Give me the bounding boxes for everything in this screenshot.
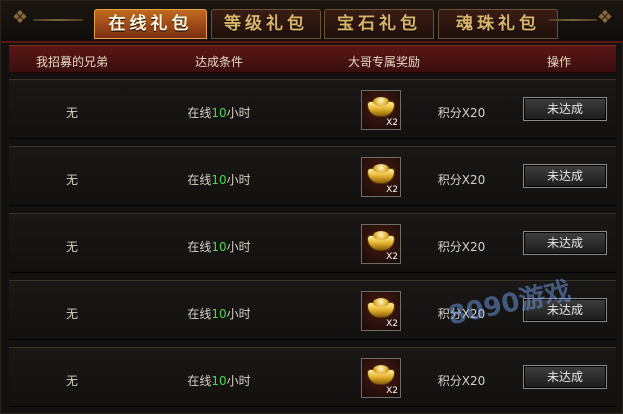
points-reward: 积分X20 <box>437 240 486 254</box>
gold-ingot-top <box>373 298 389 307</box>
condition: 在线10小时 <box>159 104 279 121</box>
tab-gem-gift[interactable]: 宝石礼包 <box>324 9 434 39</box>
reward-item-slot[interactable]: X2 <box>361 358 401 398</box>
reward-item-slot[interactable]: X2 <box>361 224 401 264</box>
condition-prefix: 在线 <box>187 374 212 388</box>
condition: 在线10小时 <box>159 171 279 188</box>
table-row: 无 在线10小时 X2 积分X20 未达成 <box>9 79 616 139</box>
reward-quantity: X2 <box>386 386 398 396</box>
gold-ingot-top <box>373 231 389 240</box>
ornament-line <box>549 19 597 21</box>
condition-suffix: 小时 <box>226 173 251 187</box>
tab-strip: ❖ 在线礼包 等级礼包 宝石礼包 魂珠礼包 ❖ <box>1 1 623 43</box>
condition-number: 10 <box>211 173 227 187</box>
points-reward: 积分X20 <box>437 173 486 187</box>
condition-suffix: 小时 <box>226 307 251 321</box>
header-recruited-brothers: 我招募的兄弟 <box>35 55 108 69</box>
table-row: 无 在线10小时 X2 积分X20 未达成 <box>9 146 616 206</box>
claim-button[interactable]: 未达成 <box>523 365 607 389</box>
reward-item-slot[interactable]: X2 <box>361 157 401 197</box>
claim-button[interactable]: 未达成 <box>523 231 607 255</box>
condition-number: 10 <box>211 307 227 321</box>
reward-quantity: X2 <box>386 185 398 195</box>
ornament-line <box>33 19 83 21</box>
header-condition: 达成条件 <box>194 55 243 69</box>
condition-prefix: 在线 <box>187 307 212 321</box>
condition: 在线10小时 <box>159 305 279 322</box>
ornament-corner-icon: ❖ <box>11 7 29 28</box>
condition-suffix: 小时 <box>226 240 251 254</box>
gift-panel: ❖ 在线礼包 等级礼包 宝石礼包 魂珠礼包 ❖ 我招募的兄弟 达成条件 大哥专属… <box>0 0 623 414</box>
reward-quantity: X2 <box>386 118 398 128</box>
table-header: 我招募的兄弟 达成条件 大哥专属奖励 操作 <box>9 45 616 73</box>
recruited-brother: 无 <box>65 374 78 388</box>
condition: 在线10小时 <box>159 372 279 389</box>
condition-number: 10 <box>211 106 227 120</box>
table-row: 无 在线10小时 X2 积分X20 未达成 <box>9 280 616 340</box>
condition-number: 10 <box>211 374 227 388</box>
table-row: 无 在线10小时 X2 积分X20 未达成 <box>9 213 616 273</box>
recruited-brother: 无 <box>65 307 78 321</box>
gold-ingot-top <box>373 164 389 173</box>
ornament-corner-icon: ❖ <box>596 7 614 28</box>
tab-level-gift[interactable]: 等级礼包 <box>211 9 321 39</box>
condition-suffix: 小时 <box>226 106 251 120</box>
recruited-brother: 无 <box>65 173 78 187</box>
condition-prefix: 在线 <box>187 106 212 120</box>
reward-item-slot[interactable]: X2 <box>361 291 401 331</box>
points-reward: 积分X20 <box>437 106 486 120</box>
tab-online-gift[interactable]: 在线礼包 <box>94 9 207 39</box>
recruited-brother: 无 <box>65 106 78 120</box>
reward-quantity: X2 <box>386 252 398 262</box>
gold-ingot-top <box>373 97 389 106</box>
reward-item-slot[interactable]: X2 <box>361 90 401 130</box>
claim-button[interactable]: 未达成 <box>523 298 607 322</box>
condition-suffix: 小时 <box>226 374 251 388</box>
gold-ingot-top <box>373 365 389 374</box>
claim-button[interactable]: 未达成 <box>523 164 607 188</box>
points-reward: 积分X20 <box>437 374 486 388</box>
condition-prefix: 在线 <box>187 173 212 187</box>
table-row: 无 在线10小时 X2 积分X20 未达成 <box>9 347 616 407</box>
tab-soulbead-gift[interactable]: 魂珠礼包 <box>438 9 558 39</box>
header-action: 操作 <box>546 55 571 69</box>
recruited-brother: 无 <box>65 240 78 254</box>
claim-button[interactable]: 未达成 <box>523 97 607 121</box>
header-reward: 大哥专属奖励 <box>347 55 420 69</box>
condition-prefix: 在线 <box>187 240 212 254</box>
condition: 在线10小时 <box>159 238 279 255</box>
points-reward: 积分X20 <box>437 307 486 321</box>
reward-quantity: X2 <box>386 319 398 329</box>
condition-number: 10 <box>211 240 227 254</box>
